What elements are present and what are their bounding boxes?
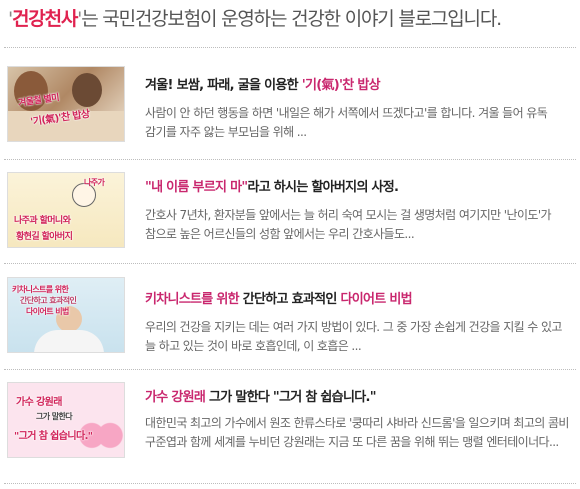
thumb-caption: 황현길 할아버지 bbox=[16, 232, 73, 242]
title-highlight: 가수 강원래 bbox=[145, 390, 206, 405]
blog-header: '건강천사'는 국민건강보험이 운영하는 건강한 이야기 블로그입니다. bbox=[8, 4, 578, 34]
person-figure bbox=[72, 73, 102, 107]
post-excerpt: 우리의 건강을 지키는 데는 여러 가지 방법이 있다. 그 중 가장 손쉽게 … bbox=[145, 320, 562, 353]
post-item: 겨울철 별미 '기(氣)'찬 밥상 겨울! 보쌈, 파래, 굴을 이용한 '기(… bbox=[4, 48, 576, 160]
post-excerpt: 대한민국 최고의 가수에서 원조 한류스타로 '쿵따리 샤바라 신드롬'을 일으… bbox=[145, 416, 569, 449]
title-text: 그가 말한다 "그거 참 쉽습니다." bbox=[205, 390, 377, 405]
person-body bbox=[34, 330, 104, 352]
title-highlight: 다이어트 비법 bbox=[340, 292, 412, 307]
post-thumbnail[interactable]: 겨울철 별미 '기(氣)'찬 밥상 bbox=[7, 66, 125, 142]
thumb-caption: 나주과 할머니와 bbox=[14, 216, 71, 226]
title-highlight: 키차니스트를 위한 bbox=[145, 292, 240, 307]
post-excerpt: 간호사 7년차, 환자분들 앞에서는 늘 허리 숙여 모시는 걸 생명처럼 여기… bbox=[145, 208, 552, 241]
header-tagline: 는 국민건강보험이 운영하는 건강한 이야기 블로그입니다. bbox=[81, 8, 502, 30]
thumb-caption: 나주가 bbox=[84, 178, 105, 187]
post-divider bbox=[4, 483, 576, 484]
post-title[interactable]: "내 이름 부르지 마"라고 하시는 할아버지의 사정. bbox=[145, 176, 575, 195]
post-item: 가수 강원래 그가 말한다 "그거 참 쉽습니다." 가수 강원래 그가 말한다… bbox=[4, 370, 576, 484]
title-text: 간단하고 효과적인 bbox=[238, 292, 341, 307]
brand-name[interactable]: 건강천사 bbox=[12, 8, 78, 30]
title-highlight: "내 이름 부르지 마" bbox=[145, 180, 248, 195]
post-item: 나주가 나주과 할머니와 황현길 할아버지 "내 이름 부르지 마"라고 하시는… bbox=[4, 160, 576, 264]
post-thumbnail[interactable]: 키차니스트를 위한 간단하고 효과적인 다이어트 비법 bbox=[7, 277, 125, 353]
thumb-caption: 그가 말한다 bbox=[36, 412, 73, 421]
post-thumbnail[interactable]: 나주가 나주과 할머니와 황현길 할아버지 bbox=[7, 172, 125, 248]
thumb-caption: "그거 참 쉽습니다." bbox=[14, 431, 93, 442]
post-title[interactable]: 키차니스트를 위한 간단하고 효과적인 다이어트 비법 bbox=[145, 288, 575, 307]
thumb-caption: 가수 강원래 bbox=[16, 397, 62, 408]
title-text: 겨울! 보쌈, 파래, 굴을 이용한 bbox=[145, 78, 302, 93]
post-excerpt: 사람이 안 하던 행동을 하면 '내일은 해가 서쪽에서 뜨겠다고'를 합니다.… bbox=[145, 106, 548, 139]
post-thumbnail[interactable]: 가수 강원래 그가 말한다 "그거 참 쉽습니다." bbox=[7, 382, 125, 458]
post-title[interactable]: 가수 강원래 그가 말한다 "그거 참 쉽습니다." bbox=[145, 386, 575, 405]
thumb-caption: 간단하고 효과적인 bbox=[20, 296, 77, 305]
post-title[interactable]: 겨울! 보쌈, 파래, 굴을 이용한 '기(氣)'찬 밥상 bbox=[145, 74, 575, 93]
thumb-caption: 키차니스트를 위한 bbox=[12, 285, 69, 294]
title-highlight: '기(氣)'찬 밥상 bbox=[301, 78, 381, 93]
post-item: 키차니스트를 위한 간단하고 효과적인 다이어트 비법 키차니스트를 위한 간단… bbox=[4, 264, 576, 370]
title-text: 라고 하시는 할아버지의 사정. bbox=[247, 180, 399, 195]
thumb-caption: 다이어트 비법 bbox=[26, 307, 69, 316]
